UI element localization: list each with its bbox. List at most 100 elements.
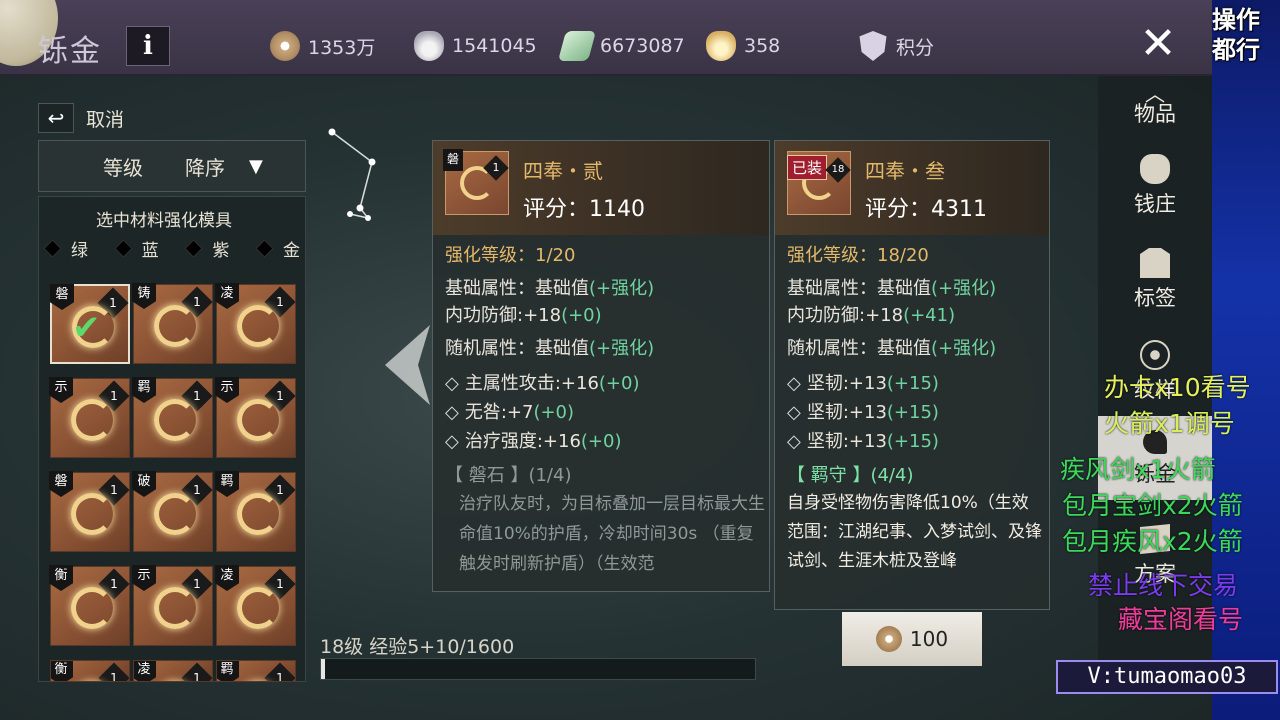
overlay-promo: 办卡x10看号 (1104, 373, 1251, 402)
stat-line: ◇ 主属性攻击:+16(+0) (445, 373, 640, 394)
material-slot[interactable]: 凌1 (215, 283, 296, 364)
stat-value: 主属性攻击:+16 (464, 373, 599, 394)
set-tag: 凌 (134, 661, 156, 681)
gem-icon (154, 587, 196, 629)
material-slot[interactable]: 衡1 (50, 660, 130, 682)
diamond-icon (255, 239, 274, 258)
quality-filter-row: 绿 蓝 紫 金 (43, 236, 300, 261)
nav-items[interactable]: 物品 (1098, 98, 1212, 128)
overlay-promo: 禁止线下交易 (1088, 571, 1239, 600)
material-slot[interactable]: 凌1 (215, 565, 296, 646)
gem-icon (237, 399, 279, 441)
material-slot[interactable]: 羁1 (216, 660, 296, 682)
card-header: 已装 18 四奉・叁 评分：4311 (775, 141, 1049, 235)
constellation-decoration (328, 128, 376, 221)
points-shield-icon (859, 31, 887, 61)
material-slot[interactable]: 铸1 (132, 283, 213, 364)
gem-icon (237, 681, 279, 682)
enhance-level-label: 强化等级： (787, 245, 877, 266)
base-attr-label: 基础属性：基础值 (787, 278, 931, 299)
gem-icon (154, 305, 196, 347)
stat-value: 坚韧:+13 (806, 402, 887, 423)
enhance-level-label: 强化等级： (445, 245, 535, 266)
count-value: 1 (492, 161, 500, 174)
enhance-level: 强化等级：1/20 (445, 241, 575, 267)
set-name: 【 磐石 】 (445, 465, 529, 486)
material-slot[interactable]: 凌1 (133, 660, 213, 682)
cost-value: 100 (909, 627, 949, 651)
stat-bonus: (+0) (598, 373, 640, 394)
count-badge: 1 (483, 155, 509, 181)
set-tag: 羁 (132, 377, 156, 403)
stat-line: ◇ 无咎:+7(+0) (445, 402, 575, 423)
base-attr-line: 基础属性：基础值(+强化) (787, 274, 996, 300)
material-slot[interactable]: 示1 (49, 377, 130, 458)
set-tag: 磐 (50, 284, 74, 310)
currency-value: 1541045 (452, 35, 537, 57)
material-slot[interactable]: 衡1 (49, 565, 130, 646)
nav-label: 标签 (1134, 286, 1176, 310)
count-value: 1 (193, 671, 201, 682)
inner-def-line: 内功防御:+18(+0) (445, 301, 602, 327)
nav-tags[interactable]: 标签 (1098, 248, 1212, 312)
set-tag: 铸 (132, 283, 156, 309)
material-slot[interactable]: 羁1 (132, 377, 213, 458)
compare-card-new: 磐 1 四奉・贰 评分：1140 强化等级：1/20 基础属性：基础值(+强化)… (432, 140, 770, 592)
count-badge: 1 (98, 662, 129, 681)
nav-scroll-up[interactable]: ︿ (1098, 78, 1212, 106)
material-slot[interactable]: 示1 (132, 565, 213, 646)
inner-def-line: 内功防御:+18(+41) (787, 301, 955, 327)
coin-icon (875, 626, 902, 652)
set-line: 【 磐石 】(1/4) (445, 461, 571, 487)
inner-def-value: 内功防御:+18 (445, 305, 562, 326)
currency-gold: 358 (706, 30, 780, 62)
stat-value: 坚韧:+13 (806, 431, 887, 452)
set-tag: 示 (49, 377, 73, 403)
stat-bonus: (+0) (533, 402, 575, 423)
stat-line: ◇ 坚韧:+13(+15) (787, 431, 939, 452)
filter-purple[interactable]: 紫 (184, 236, 229, 261)
gem-icon (154, 493, 196, 535)
checkmark-icon: ✔ (72, 308, 101, 348)
nav-bank[interactable]: 钱庄 (1098, 154, 1212, 218)
enhance-cost-button[interactable]: 100 (842, 612, 982, 666)
currency-coin: 1353万 (270, 30, 375, 62)
set-tag: 衡 (51, 661, 73, 681)
coin-icon (270, 31, 300, 61)
sort-field: 等级 (103, 155, 143, 180)
set-tag: 示 (215, 377, 239, 403)
close-button[interactable]: ✕ (1128, 14, 1188, 74)
stat-bonus: (+0) (580, 431, 622, 452)
inner-def-bonus: (+0) (561, 305, 602, 326)
bank-bag-icon (1140, 154, 1170, 184)
filter-gold[interactable]: 金 (255, 236, 300, 261)
material-slot[interactable]: 示1 (215, 377, 296, 458)
material-slot[interactable]: 磐1 (49, 471, 130, 552)
filter-label: 蓝 (141, 241, 159, 261)
material-slot[interactable]: 破1 (132, 471, 213, 552)
points-button[interactable]: 积分 (858, 30, 934, 62)
set-tag: 羁 (217, 661, 239, 681)
material-slot[interactable]: 羁1 (215, 471, 296, 552)
set-count: (1/4) (528, 465, 572, 486)
material-slot[interactable]: 磐 1 ✔ (50, 284, 130, 364)
diamond-icon (184, 239, 204, 258)
set-tag: 羁 (215, 471, 239, 497)
overlay-promo: 包月宝剑x2火箭 (1062, 491, 1243, 520)
inner-def-bonus: (+41) (903, 305, 956, 326)
base-attr-hint: (+强化) (931, 278, 997, 299)
enhance-level-value: 18/20 (877, 245, 929, 266)
cancel-button[interactable]: ↩ 取消 (38, 102, 124, 134)
filter-blue[interactable]: 蓝 (113, 236, 159, 261)
exp-label: 18级 经验5+10/1600 (320, 636, 515, 658)
stat-bonus: (+15) (886, 431, 939, 452)
info-button[interactable]: i (126, 26, 170, 66)
filter-green[interactable]: 绿 (43, 236, 88, 261)
diamond-icon (43, 239, 62, 258)
set-name: 【 羁守 】 (787, 465, 871, 486)
set-line: 【 羁守 】(4/4) (787, 461, 913, 487)
gold-ingot-icon (706, 31, 736, 61)
sort-dropdown[interactable]: 等级 降序 ▼ (38, 140, 306, 192)
jade-icon (557, 31, 597, 61)
gem-icon (237, 493, 279, 535)
